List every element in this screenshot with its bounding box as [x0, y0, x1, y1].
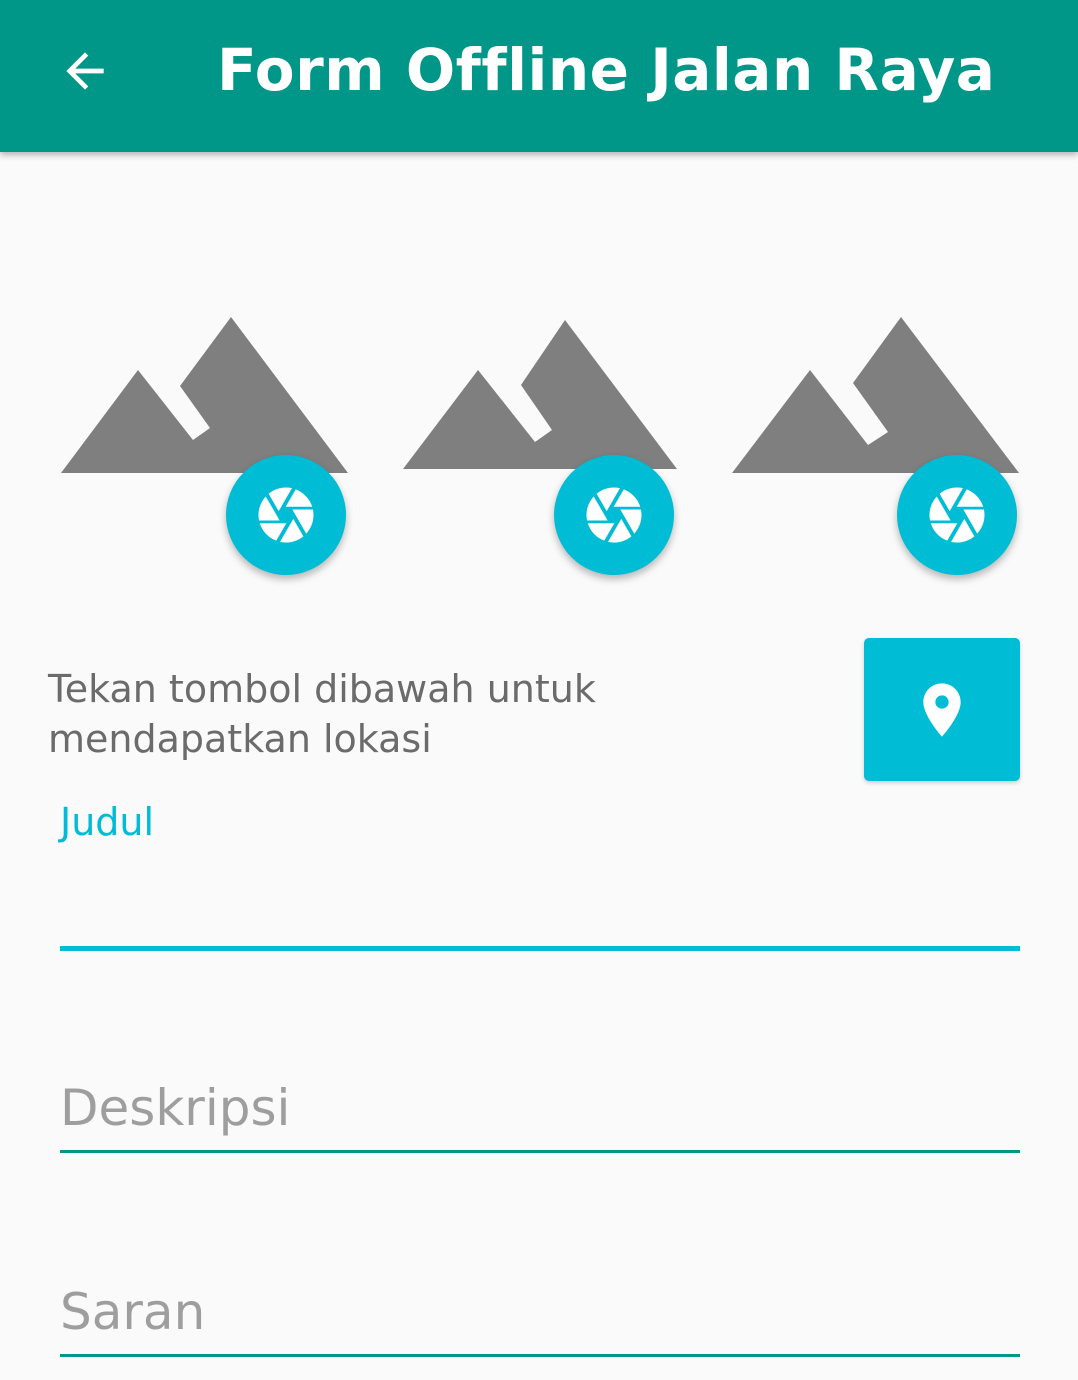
- judul-label: Judul: [60, 800, 155, 844]
- camera-aperture-icon: [258, 487, 314, 543]
- location-pin-icon: [923, 682, 961, 737]
- app-bar: Form Offline Jalan Raya: [0, 0, 1078, 152]
- location-instruction: Tekan tombol dibawah untuk mendapatkan l…: [48, 667, 596, 761]
- saran-field: [60, 1274, 1020, 1360]
- deskripsi-field: [60, 1070, 1020, 1156]
- photo-slot-2[interactable]: [400, 300, 690, 590]
- camera-aperture-icon: [586, 487, 642, 543]
- judul-field: Judul: [60, 800, 1020, 955]
- photo-slot-3[interactable]: [728, 300, 1028, 590]
- saran-input[interactable]: [60, 1274, 1020, 1350]
- camera-button-1[interactable]: [226, 455, 346, 575]
- get-location-button[interactable]: [864, 638, 1020, 781]
- page-title: Form Offline Jalan Raya: [217, 36, 996, 104]
- arrow-back-icon: [66, 52, 104, 90]
- deskripsi-underline: [60, 1150, 1020, 1153]
- judul-input[interactable]: [60, 862, 1020, 942]
- judul-underline: [60, 946, 1020, 951]
- saran-underline: [60, 1354, 1020, 1357]
- back-button[interactable]: [40, 26, 130, 116]
- camera-button-2[interactable]: [554, 455, 674, 575]
- photo-slot-1[interactable]: [58, 300, 358, 590]
- camera-button-3[interactable]: [897, 455, 1017, 575]
- deskripsi-input[interactable]: [60, 1070, 1020, 1146]
- camera-aperture-icon: [929, 487, 985, 543]
